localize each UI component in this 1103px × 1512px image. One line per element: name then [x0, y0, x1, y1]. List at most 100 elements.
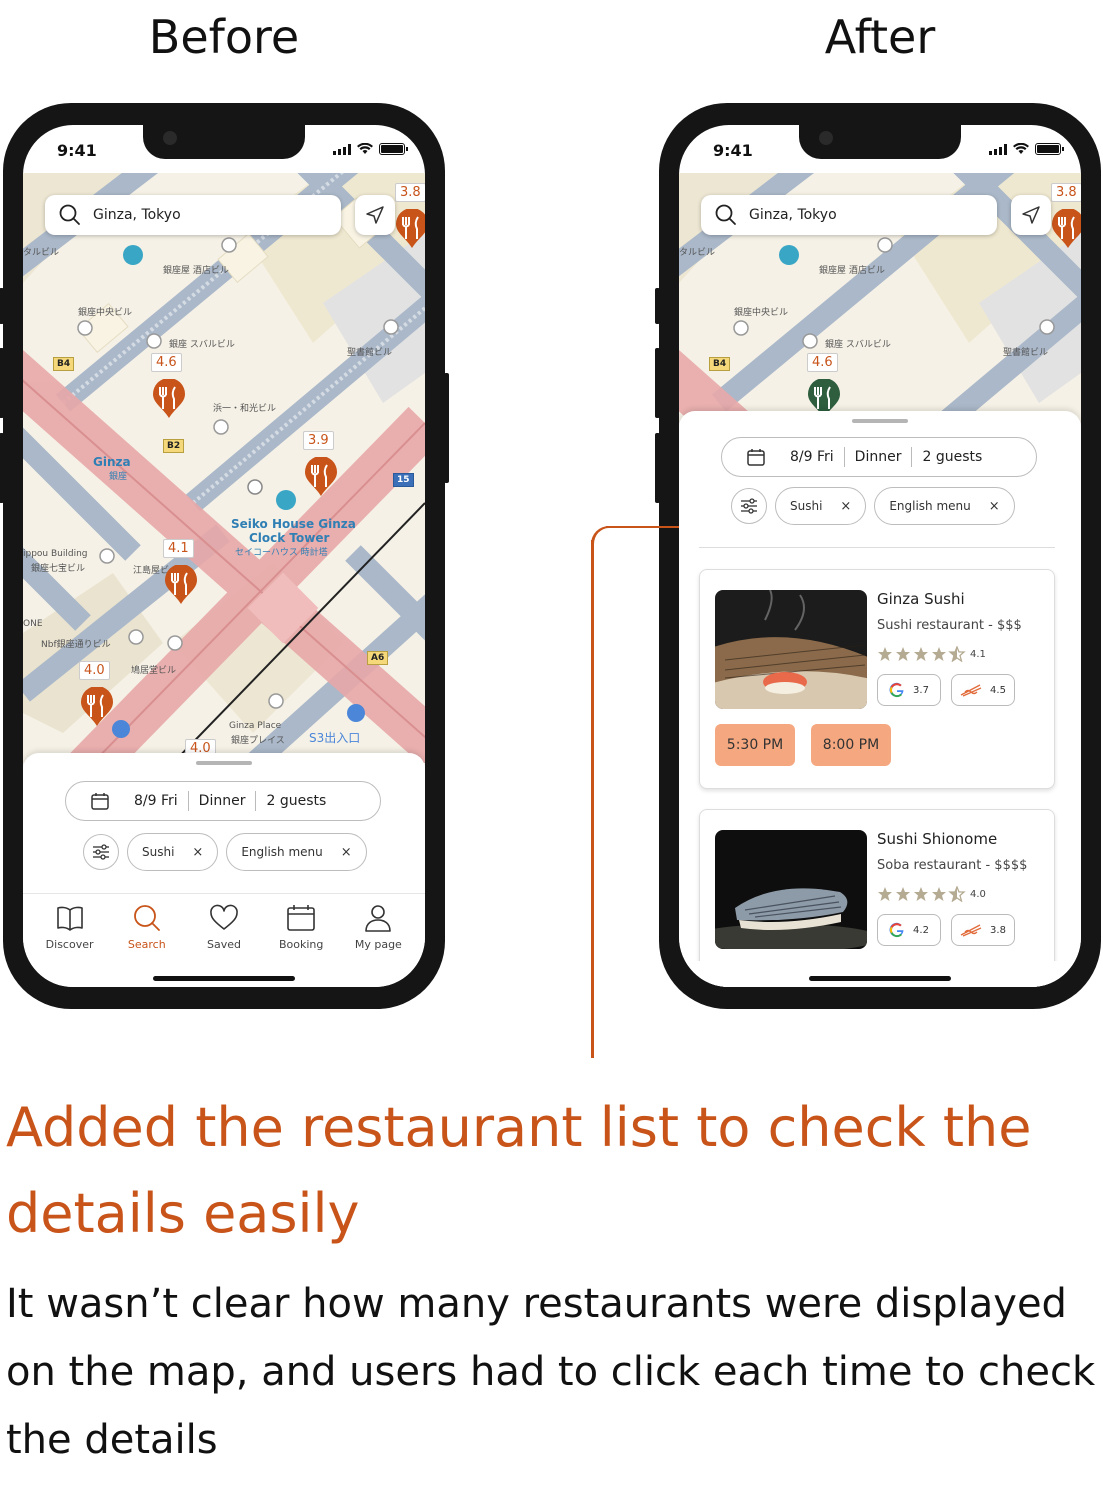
exit-sign: A6: [367, 651, 389, 665]
calendar-icon: [747, 449, 765, 466]
before-heading: Before: [148, 10, 300, 64]
sheet-handle[interactable]: [196, 761, 252, 765]
map-label: 銀座 スバルビル: [825, 340, 891, 350]
chip-row: Sushi × English menu ×: [83, 833, 367, 871]
map-label: ippou Building: [23, 549, 88, 559]
status-icons: [989, 143, 1064, 155]
restaurant-pin[interactable]: [304, 456, 338, 497]
locate-button[interactable]: [1011, 195, 1051, 235]
star-rating-icon: [878, 646, 966, 662]
restaurant-name[interactable]: Ginza Sushi: [877, 590, 965, 608]
map-label-ginza: Ginza: [93, 455, 131, 469]
pin-rating: 4.1: [163, 539, 194, 558]
restaurant-name[interactable]: Sushi Shionome: [877, 830, 997, 848]
chip-english-menu[interactable]: English menu ×: [874, 487, 1015, 525]
tab-booking[interactable]: Booking: [266, 904, 336, 987]
date-value: 8/9 Fri: [790, 449, 834, 465]
locate-button[interactable]: [355, 195, 395, 235]
exit-sign: B2: [163, 439, 185, 453]
search-bar[interactable]: Ginza, Tokyo: [701, 195, 997, 235]
close-icon[interactable]: ×: [840, 499, 851, 514]
map-label: 浜一・和光ビル: [213, 404, 277, 414]
annotation-line: [591, 526, 611, 546]
map-label: Seiko House Ginza: [231, 517, 356, 531]
restaurant-pin[interactable]: [80, 686, 114, 727]
search-icon: [59, 204, 80, 225]
restaurant-pin[interactable]: [152, 378, 186, 419]
navigation-arrow-icon: [1022, 206, 1040, 224]
route-sign: 15: [393, 473, 414, 487]
google-rating-badge[interactable]: 3.7: [877, 674, 941, 706]
tab-my-page[interactable]: My page: [343, 904, 413, 987]
close-icon[interactable]: ×: [192, 845, 203, 860]
chip-label: Sushi: [790, 499, 823, 513]
map-label: 銀座 スバルビル: [169, 340, 235, 350]
filter-sheet: 8/9 Fri Dinner 2 guests Sushi × English m…: [23, 753, 425, 895]
restaurant-pin[interactable]: [164, 564, 198, 605]
restaurant-pin[interactable]: [395, 208, 425, 249]
battery-icon: [379, 143, 408, 155]
signal-icon: [333, 143, 351, 155]
reservation-filter[interactable]: 8/9 Fri Dinner 2 guests: [721, 437, 1037, 477]
tabelog-rating-badge[interactable]: 4.5: [951, 674, 1015, 706]
sliders-icon: [93, 844, 109, 860]
chip-sushi[interactable]: Sushi ×: [775, 487, 867, 525]
map-label: 銀座プレイス: [231, 736, 285, 746]
phone-after: 9:41 タルビル 銀座屋 酒店ビル 銀座中央ビル 銀座 スバルビル 聖書館ビル…: [655, 103, 1101, 1009]
tab-bar: Discover Search Saved Booking My page: [23, 893, 425, 987]
meal-value: Dinner: [854, 449, 902, 465]
caption-title: Added the restaurant list to check the d…: [6, 1096, 1032, 1245]
reservation-filter[interactable]: 8/9 Fri Dinner 2 guests: [65, 781, 381, 821]
tab-label: Saved: [206, 938, 241, 951]
close-icon[interactable]: ×: [341, 845, 352, 860]
caption-body: It wasn’t clear how many restaurants wer…: [6, 1281, 1096, 1463]
search-input[interactable]: Ginza, Tokyo: [749, 207, 837, 223]
map-label: 鳩居堂ビル: [131, 666, 177, 676]
time-slot-button[interactable]: 5:30 PM: [715, 724, 795, 766]
screen-after: 9:41 タルビル 銀座屋 酒店ビル 銀座中央ビル 銀座 スバルビル 聖書館ビル…: [679, 125, 1081, 987]
calendar-icon: [287, 905, 315, 931]
map-view[interactable]: タルビル 銀座屋 酒店ビル 銀座中央ビル 銀座 スバルビル 聖書館ビル B4 G…: [679, 173, 1081, 423]
after-heading: After: [824, 10, 936, 64]
tab-discover[interactable]: Discover: [35, 904, 105, 987]
filter-settings-button[interactable]: [731, 488, 767, 524]
time-slot-button[interactable]: 8:00 PM: [811, 724, 891, 766]
map-view[interactable]: タルビル 銀座屋 酒店ビル 銀座中央ビル 銀座 スバルビル 聖書館ビル 浜一・和…: [23, 173, 425, 763]
exit-sign: B4: [709, 357, 731, 371]
filter-settings-button[interactable]: [83, 834, 119, 870]
date-value: 8/9 Fri: [134, 793, 178, 809]
tab-label: Discover: [45, 938, 94, 951]
close-icon[interactable]: ×: [989, 499, 1000, 514]
google-icon: [889, 682, 904, 698]
user-icon: [365, 905, 392, 932]
google-rating-badge[interactable]: 4.2: [877, 914, 941, 946]
guests-value: 2 guests: [922, 449, 983, 465]
tab-search[interactable]: Search: [112, 904, 182, 987]
calendar-icon: [91, 793, 109, 810]
screen-before: 9:41 タルビル 銀座屋 酒店ビル 銀座中央ビル 銀座 スバルビル 聖書館ビル…: [23, 125, 425, 987]
exit-sign: B4: [53, 357, 75, 371]
pin-rating: 4.6: [151, 353, 182, 372]
meal-value: Dinner: [198, 793, 246, 809]
chip-label: Sushi: [142, 845, 175, 859]
restaurant-pin-icon: [81, 686, 113, 726]
restaurant-type: Sushi restaurant - $$$: [877, 618, 1022, 633]
chip-sushi[interactable]: Sushi ×: [127, 833, 219, 871]
chip-english-menu[interactable]: English menu ×: [226, 833, 367, 871]
signal-icon: [989, 143, 1007, 155]
sheet-handle[interactable]: [852, 419, 908, 423]
tab-saved[interactable]: Saved: [189, 904, 259, 987]
restaurant-pin-icon: [396, 208, 425, 248]
status-icons: [333, 143, 408, 155]
map-label: タルビル: [23, 248, 60, 258]
battery-icon: [1035, 143, 1064, 155]
restaurant-card[interactable]: Ginza Sushi Sushi restaurant - $$$ 4.1 3…: [699, 569, 1055, 789]
chip-label: English menu: [241, 845, 323, 859]
google-icon: [889, 922, 904, 938]
tabelog-rating-badge[interactable]: 3.8: [951, 914, 1015, 946]
restaurant-pin[interactable]: [1051, 208, 1081, 249]
wifi-icon: [357, 143, 373, 154]
search-bar[interactable]: Ginza, Tokyo: [45, 195, 341, 235]
map-label: 聖書館ビル: [347, 348, 393, 358]
search-input[interactable]: Ginza, Tokyo: [93, 207, 181, 223]
